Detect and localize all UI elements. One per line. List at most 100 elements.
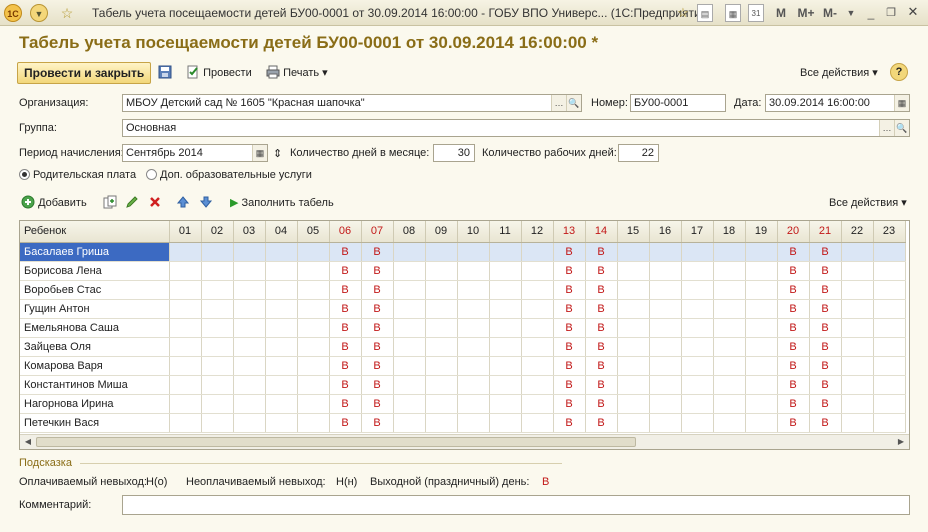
attendance-cell[interactable]: [649, 242, 682, 262]
table-row[interactable]: Емельянова Саша В В В В В В: [20, 318, 906, 338]
move-down-button[interactable]: [199, 194, 213, 212]
attendance-cell[interactable]: [617, 337, 650, 357]
attendance-cell[interactable]: [425, 356, 458, 376]
attendance-cell[interactable]: В: [361, 261, 394, 281]
attendance-cell[interactable]: [201, 413, 234, 433]
attendance-cell[interactable]: [489, 299, 522, 319]
child-name-cell[interactable]: Нагорнова Ирина: [20, 394, 170, 414]
attendance-cell[interactable]: [713, 337, 746, 357]
period-stepper-icon[interactable]: ⇕: [273, 147, 282, 160]
attendance-cell[interactable]: [489, 413, 522, 433]
attendance-cell[interactable]: В: [329, 280, 362, 300]
attendance-cell[interactable]: [457, 318, 490, 338]
memory-m-button[interactable]: M: [774, 4, 788, 22]
table-row[interactable]: Нагорнова Ирина В В В В В В: [20, 394, 906, 414]
attendance-cell[interactable]: В: [809, 280, 842, 300]
attendance-cell[interactable]: [617, 261, 650, 281]
attendance-cell[interactable]: [873, 280, 906, 300]
attendance-cell[interactable]: [233, 394, 266, 414]
attendance-cell[interactable]: В: [585, 280, 618, 300]
attendance-cell[interactable]: [649, 375, 682, 395]
attendance-cell[interactable]: [265, 375, 298, 395]
attendance-cell[interactable]: [713, 242, 746, 262]
child-name-cell[interactable]: Комарова Варя: [20, 356, 170, 376]
attendance-cell[interactable]: [681, 280, 714, 300]
minimize-icon[interactable]: _: [864, 4, 878, 22]
attendance-cell[interactable]: [873, 356, 906, 376]
attendance-cell[interactable]: [233, 299, 266, 319]
attendance-cell[interactable]: [841, 299, 874, 319]
org-field[interactable]: МБОУ Детский сад № 1605 "Красная шапочка…: [122, 94, 582, 112]
calendar-icon[interactable]: ▦: [894, 95, 909, 111]
attendance-cell[interactable]: [681, 299, 714, 319]
attendance-cell[interactable]: [425, 299, 458, 319]
restore-icon[interactable]: ❐: [884, 4, 898, 22]
column-header-day[interactable]: 12: [521, 221, 554, 243]
attendance-cell[interactable]: [649, 337, 682, 357]
help-icon[interactable]: ?: [890, 63, 908, 81]
attendance-cell[interactable]: [873, 242, 906, 262]
attendance-cell[interactable]: В: [777, 318, 810, 338]
attendance-cell[interactable]: [457, 356, 490, 376]
period-field[interactable]: Сентябрь 2014 ▦: [122, 144, 268, 162]
grid-all-actions-menu[interactable]: Все действия ▾: [829, 194, 907, 212]
attendance-cell[interactable]: В: [553, 356, 586, 376]
attendance-cell[interactable]: [393, 242, 426, 262]
attendance-cell[interactable]: [393, 280, 426, 300]
attendance-cell[interactable]: [201, 261, 234, 281]
attendance-cell[interactable]: [617, 299, 650, 319]
attendance-cell[interactable]: [489, 318, 522, 338]
attendance-cell[interactable]: [713, 413, 746, 433]
attendance-cell[interactable]: [201, 394, 234, 414]
attendance-cell[interactable]: В: [329, 242, 362, 262]
column-header-day[interactable]: 14: [585, 221, 618, 243]
attendance-cell[interactable]: [681, 337, 714, 357]
column-header-day[interactable]: 13: [553, 221, 586, 243]
attendance-cell[interactable]: [457, 299, 490, 319]
attendance-cell[interactable]: [745, 394, 778, 414]
attendance-cell[interactable]: [521, 356, 554, 376]
attendance-cell[interactable]: [681, 318, 714, 338]
table-row[interactable]: Петечкин Вася В В В В В В: [20, 413, 906, 433]
attendance-cell[interactable]: [713, 299, 746, 319]
attendance-cell[interactable]: В: [585, 394, 618, 414]
attendance-cell[interactable]: [489, 337, 522, 357]
app-logo-icon[interactable]: 1С: [4, 4, 22, 22]
attendance-cell[interactable]: [873, 261, 906, 281]
table-row[interactable]: Константинов Миша В В В В В В: [20, 375, 906, 395]
column-header-day[interactable]: 19: [745, 221, 778, 243]
attendance-table[interactable]: Ребенок 01 02 03 04 05 06 07 08 09 10 11 12 13 14 15 16 1…: [19, 220, 910, 450]
table-row[interactable]: Борисова Лена В В В В В В: [20, 261, 906, 281]
attendance-cell[interactable]: В: [777, 375, 810, 395]
attendance-cell[interactable]: [521, 299, 554, 319]
attendance-cell[interactable]: [457, 394, 490, 414]
attendance-cell[interactable]: [521, 261, 554, 281]
child-name-cell[interactable]: Басалаев Гриша: [20, 242, 170, 262]
attendance-cell[interactable]: [489, 394, 522, 414]
attendance-cell[interactable]: [201, 337, 234, 357]
attendance-cell[interactable]: [297, 318, 330, 338]
attendance-cell[interactable]: [169, 375, 202, 395]
attendance-cell[interactable]: [297, 261, 330, 281]
attendance-cell[interactable]: [873, 394, 906, 414]
attendance-cell[interactable]: [745, 356, 778, 376]
attendance-cell[interactable]: В: [361, 280, 394, 300]
attendance-cell[interactable]: [841, 242, 874, 262]
attendance-cell[interactable]: В: [585, 356, 618, 376]
attendance-cell[interactable]: [617, 375, 650, 395]
save-button[interactable]: [158, 64, 172, 82]
attendance-cell[interactable]: [713, 261, 746, 281]
attendance-cell[interactable]: [745, 299, 778, 319]
attendance-cell[interactable]: В: [585, 261, 618, 281]
attendance-cell[interactable]: [841, 318, 874, 338]
attendance-cell[interactable]: [745, 375, 778, 395]
attendance-cell[interactable]: [233, 261, 266, 281]
attendance-cell[interactable]: [265, 356, 298, 376]
attendance-cell[interactable]: [713, 318, 746, 338]
attendance-cell[interactable]: В: [553, 261, 586, 281]
attendance-cell[interactable]: [265, 280, 298, 300]
column-header-child[interactable]: Ребенок: [20, 221, 170, 243]
search-icon[interactable]: 🔍: [566, 95, 581, 111]
comment-field[interactable]: [122, 495, 910, 515]
attendance-cell[interactable]: [297, 280, 330, 300]
